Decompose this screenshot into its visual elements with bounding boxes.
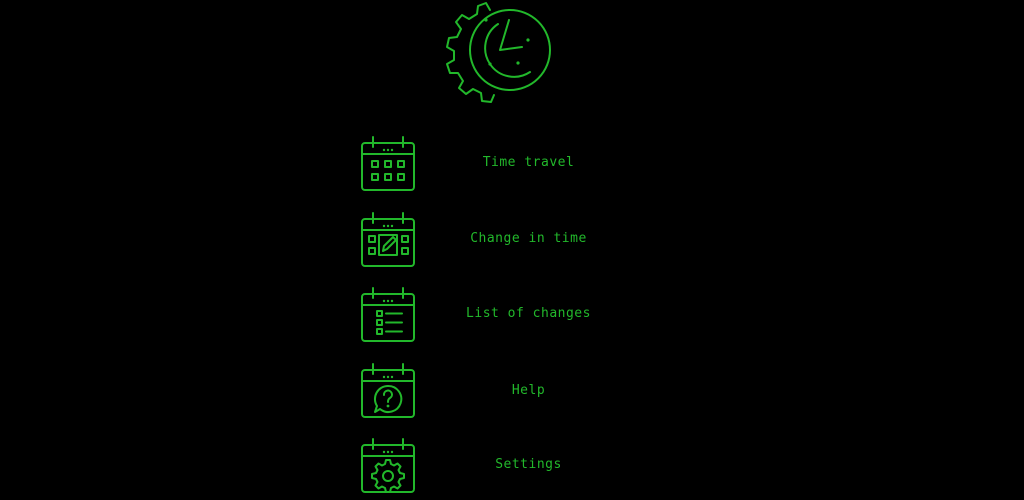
menu-item-settings[interactable]: Settings	[356, 436, 656, 496]
app-logo	[440, 0, 552, 104]
clock-gear-icon	[446, 2, 551, 103]
calendar-settings-icon	[361, 438, 415, 493]
menu-item-label: Time travel	[482, 155, 575, 170]
calendar-help-icon	[361, 363, 415, 418]
calendar-list-icon	[361, 287, 415, 342]
menu-item-label: Help	[511, 383, 546, 398]
menu-item-help[interactable]: Help	[356, 361, 656, 421]
menu-item-label: Settings	[495, 457, 562, 472]
menu-item-change-in-time[interactable]: Change in time	[356, 210, 656, 270]
menu-item-label: Change in time	[470, 231, 587, 246]
calendar-edit-icon	[361, 212, 415, 267]
menu-item-time-travel[interactable]: Time travel	[356, 134, 656, 194]
menu-item-list-of-changes[interactable]: List of changes	[356, 285, 656, 345]
calendar-grid-icon	[361, 136, 415, 191]
menu-item-label: List of changes	[466, 306, 591, 321]
